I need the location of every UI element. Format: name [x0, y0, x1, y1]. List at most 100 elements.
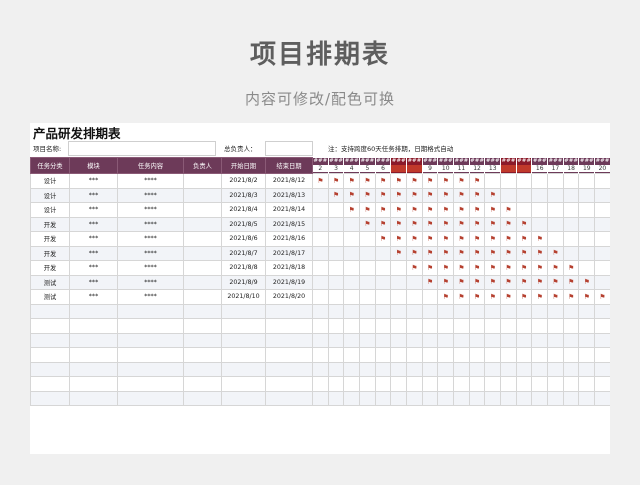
gantt-cell[interactable]: ⚑ — [468, 202, 486, 218]
empty-cell[interactable] — [406, 361, 423, 377]
empty-cell[interactable] — [30, 332, 70, 348]
empty-cell[interactable] — [437, 390, 455, 406]
gantt-cell[interactable] — [594, 216, 610, 232]
gantt-cell[interactable] — [515, 173, 533, 189]
empty-cell[interactable] — [594, 361, 610, 377]
cell-end-date[interactable]: 2021/8/19 — [265, 274, 313, 290]
empty-cell[interactable] — [531, 390, 549, 406]
gantt-cell[interactable] — [406, 274, 423, 290]
empty-cell[interactable] — [69, 303, 118, 319]
gantt-cell[interactable]: ⚑ — [500, 289, 517, 305]
gantt-cell[interactable]: ⚑ — [343, 202, 361, 218]
empty-cell[interactable] — [312, 318, 329, 334]
gantt-cell[interactable] — [374, 274, 392, 290]
empty-cell[interactable] — [421, 347, 439, 363]
cell-content[interactable]: **** — [117, 202, 184, 218]
gantt-cell[interactable] — [343, 216, 361, 232]
gantt-cell[interactable]: ⚑ — [578, 274, 596, 290]
empty-cell[interactable] — [390, 376, 408, 392]
gantt-cell[interactable] — [327, 289, 345, 305]
empty-cell[interactable] — [265, 390, 313, 406]
empty-cell[interactable] — [578, 318, 596, 334]
empty-cell[interactable] — [515, 318, 533, 334]
empty-cell[interactable] — [343, 361, 361, 377]
gantt-cell[interactable] — [594, 187, 610, 203]
empty-cell[interactable] — [500, 376, 517, 392]
empty-cell[interactable] — [515, 303, 533, 319]
cell-content[interactable]: **** — [117, 216, 184, 232]
empty-cell[interactable] — [374, 318, 392, 334]
empty-cell[interactable] — [531, 303, 549, 319]
empty-cell[interactable] — [578, 332, 596, 348]
empty-cell[interactable] — [578, 303, 596, 319]
gantt-cell[interactable]: ⚑ — [531, 245, 549, 261]
gantt-cell[interactable]: ⚑ — [421, 245, 439, 261]
cell-category[interactable]: 测试 — [30, 274, 70, 290]
empty-cell[interactable] — [421, 318, 439, 334]
gantt-cell[interactable] — [531, 187, 549, 203]
empty-cell[interactable] — [421, 390, 439, 406]
cell-end-date[interactable]: 2021/8/13 — [265, 187, 313, 203]
gantt-cell[interactable]: ⚑ — [421, 173, 439, 189]
empty-cell[interactable] — [578, 390, 596, 406]
gantt-cell[interactable] — [547, 231, 564, 247]
cell-content[interactable]: **** — [117, 274, 184, 290]
gantt-cell[interactable]: ⚑ — [594, 289, 610, 305]
empty-cell[interactable] — [69, 376, 118, 392]
cell-content[interactable]: **** — [117, 231, 184, 247]
gantt-cell[interactable]: ⚑ — [453, 216, 470, 232]
empty-cell[interactable] — [406, 376, 423, 392]
empty-cell[interactable] — [312, 332, 329, 348]
empty-cell[interactable] — [117, 332, 184, 348]
empty-cell[interactable] — [500, 390, 517, 406]
gantt-cell[interactable]: ⚑ — [421, 202, 439, 218]
gantt-cell[interactable]: ⚑ — [390, 231, 408, 247]
empty-cell[interactable] — [437, 347, 455, 363]
gantt-cell[interactable] — [578, 260, 596, 276]
gantt-cell[interactable]: ⚑ — [437, 260, 455, 276]
cell-content[interactable]: **** — [117, 260, 184, 276]
cell-module[interactable]: *** — [69, 216, 118, 232]
cell-start-date[interactable]: 2021/8/9 — [221, 274, 266, 290]
cell-module[interactable]: *** — [69, 187, 118, 203]
empty-cell[interactable] — [117, 376, 184, 392]
gantt-cell[interactable] — [531, 202, 549, 218]
cell-module[interactable]: *** — [69, 231, 118, 247]
gantt-cell[interactable] — [547, 202, 564, 218]
cell-module[interactable]: *** — [69, 245, 118, 261]
gantt-cell[interactable]: ⚑ — [468, 289, 486, 305]
gantt-cell[interactable] — [562, 216, 580, 232]
gantt-cell[interactable] — [594, 173, 610, 189]
cell-category[interactable]: 开发 — [30, 245, 70, 261]
gantt-cell[interactable] — [390, 289, 408, 305]
gantt-cell[interactable]: ⚑ — [390, 216, 408, 232]
gantt-cell[interactable]: ⚑ — [515, 216, 533, 232]
gantt-cell[interactable]: ⚑ — [390, 173, 408, 189]
empty-cell[interactable] — [343, 347, 361, 363]
gantt-cell[interactable]: ⚑ — [484, 260, 502, 276]
gantt-cell[interactable] — [312, 289, 329, 305]
empty-cell[interactable] — [265, 318, 313, 334]
cell-category[interactable]: 开发 — [30, 260, 70, 276]
empty-cell[interactable] — [437, 318, 455, 334]
empty-cell[interactable] — [484, 390, 502, 406]
gantt-cell[interactable]: ⚑ — [468, 173, 486, 189]
cell-start-date[interactable]: 2021/8/8 — [221, 260, 266, 276]
empty-cell[interactable] — [500, 361, 517, 377]
empty-cell[interactable] — [374, 332, 392, 348]
empty-cell[interactable] — [343, 332, 361, 348]
cell-owner[interactable] — [183, 260, 222, 276]
gantt-cell[interactable]: ⚑ — [484, 187, 502, 203]
empty-cell[interactable] — [359, 390, 376, 406]
empty-cell[interactable] — [468, 376, 486, 392]
gantt-cell[interactable]: ⚑ — [437, 187, 455, 203]
empty-cell[interactable] — [484, 318, 502, 334]
empty-cell[interactable] — [421, 303, 439, 319]
gantt-cell[interactable]: ⚑ — [359, 202, 376, 218]
cell-start-date[interactable]: 2021/8/3 — [221, 187, 266, 203]
empty-cell[interactable] — [500, 347, 517, 363]
gantt-cell[interactable]: ⚑ — [547, 289, 564, 305]
empty-cell[interactable] — [69, 332, 118, 348]
empty-cell[interactable] — [312, 347, 329, 363]
gantt-cell[interactable] — [359, 231, 376, 247]
